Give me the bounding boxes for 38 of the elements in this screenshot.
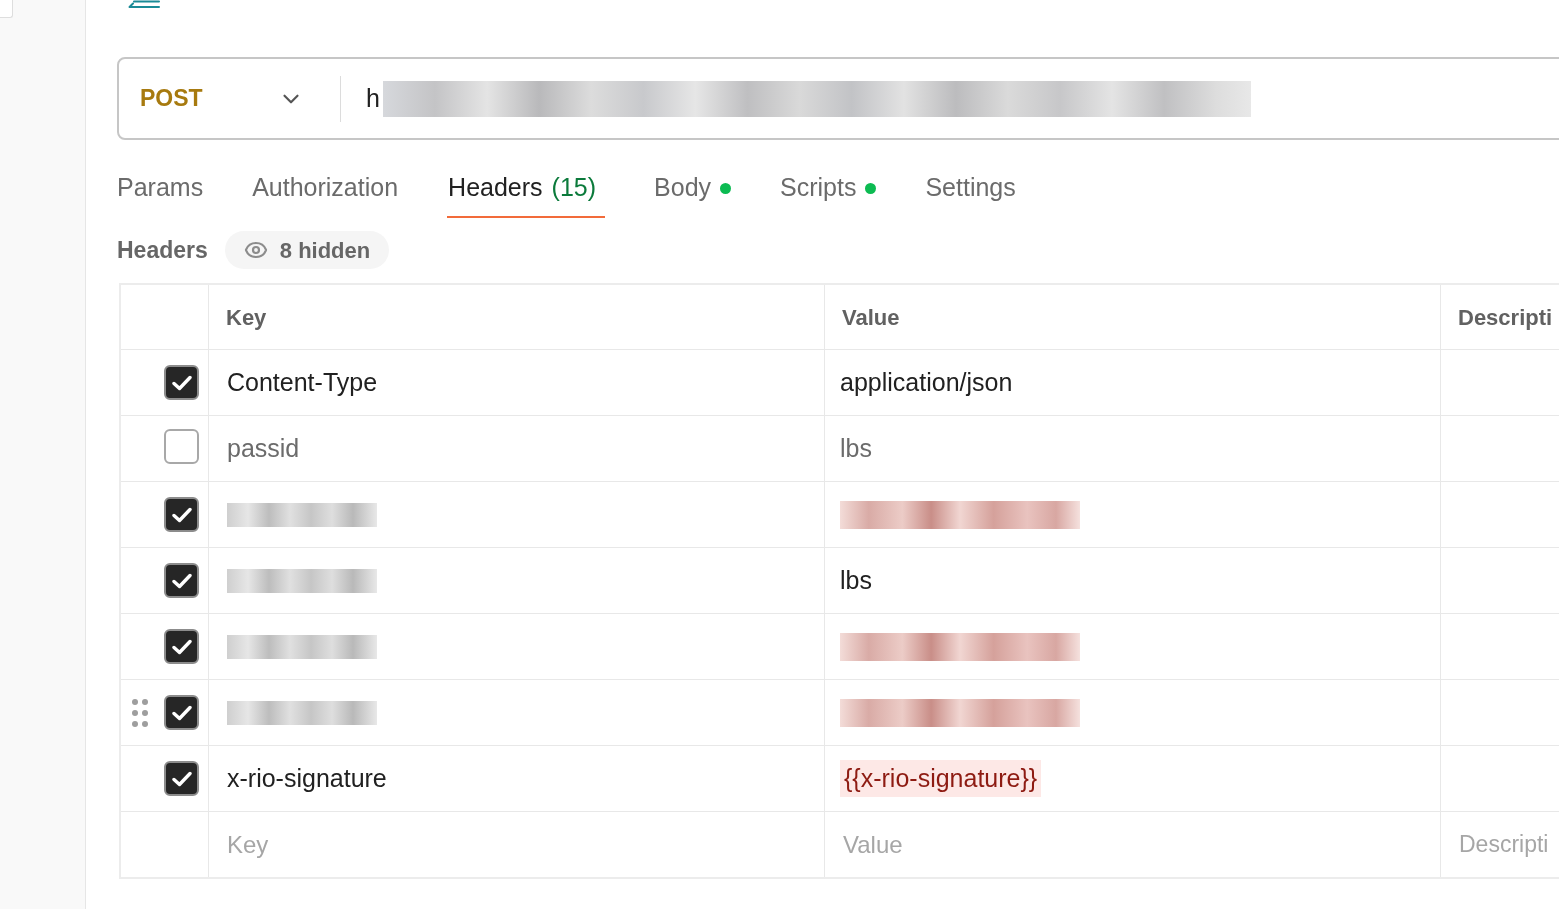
checkbox[interactable] bbox=[164, 365, 199, 400]
section-title: Headers bbox=[117, 235, 208, 265]
variable-value: {{x-rio-signature}} bbox=[840, 759, 1042, 798]
key-text: passid bbox=[227, 432, 300, 464]
tab[interactable]: Body bbox=[654, 160, 732, 218]
description-field[interactable]: Descripti bbox=[1441, 812, 1559, 877]
value-text: application/json bbox=[840, 366, 1013, 398]
tab[interactable]: Authorization bbox=[252, 160, 399, 218]
checkbox[interactable] bbox=[164, 761, 199, 796]
checkbox[interactable] bbox=[164, 695, 199, 730]
column-header: Value bbox=[842, 303, 900, 332]
value-text: lbs bbox=[840, 432, 872, 464]
checkbox[interactable] bbox=[164, 497, 199, 532]
url-field[interactable]: h bbox=[366, 76, 1466, 121]
key-text: x-rio-signature bbox=[227, 762, 387, 794]
value-text: lbs bbox=[840, 564, 872, 596]
check-icon bbox=[171, 506, 192, 523]
check-icon bbox=[171, 572, 192, 589]
key-text: Content-Type bbox=[227, 366, 378, 398]
drag-handle-icon[interactable] bbox=[132, 698, 148, 727]
check-icon bbox=[171, 374, 192, 391]
tab[interactable]: Headers (15) bbox=[447, 160, 606, 218]
method-dropdown[interactable]: POST bbox=[140, 81, 304, 116]
checkbox[interactable] bbox=[164, 428, 199, 464]
check-icon bbox=[171, 638, 192, 655]
tab[interactable]: Params bbox=[117, 160, 204, 218]
check-icon bbox=[171, 770, 192, 787]
tab[interactable]: Settings bbox=[925, 160, 1016, 218]
checkbox[interactable] bbox=[164, 563, 199, 598]
column-header: Key bbox=[226, 303, 267, 332]
check-icon bbox=[171, 704, 192, 721]
checkbox[interactable] bbox=[164, 629, 199, 664]
back-arrow-icon[interactable] bbox=[128, 0, 160, 9]
column-header: Descripti bbox=[1458, 303, 1553, 332]
value-field[interactable]: Value bbox=[825, 812, 1440, 877]
hidden-headers-toggle[interactable]: 8 hidden bbox=[224, 231, 390, 269]
tab[interactable]: Scripts bbox=[780, 160, 877, 218]
key-field[interactable]: Key bbox=[209, 812, 824, 877]
